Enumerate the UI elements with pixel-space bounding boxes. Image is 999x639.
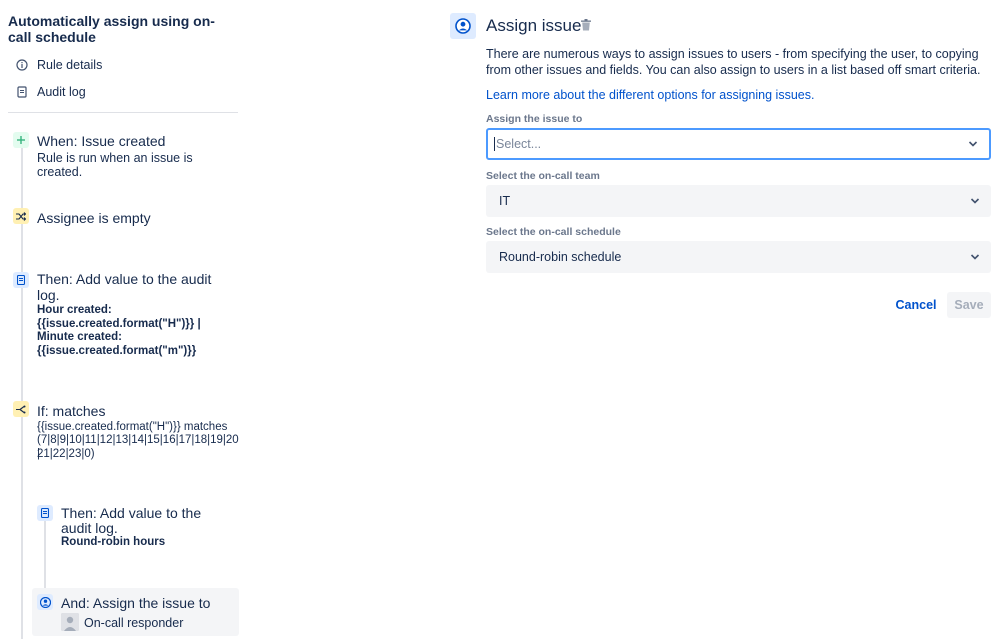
component-action-audit-log[interactable]: Then: Add value to the audit log. Hour c… [0,266,240,361]
learn-more-link[interactable]: Learn more about the different options f… [486,88,814,102]
user-circle-icon [450,13,476,39]
audit-log-title-2: log. [37,287,60,303]
team-label: Select the on-call team [486,170,600,182]
nested-log-title-2: audit log. [61,520,118,536]
if-title: If: matches [37,403,106,419]
nav-rule-details[interactable]: Rule details [16,58,102,72]
document-icon [37,505,53,521]
rule-title: Automatically assign using on-call sched… [8,13,215,45]
assign-value: On-call responder [84,616,184,630]
if-line-3: 21|22|23|0) [37,448,95,460]
assign-title: And: Assign the issue to [61,595,211,611]
audit-log-line-1: Hour created: [37,304,112,316]
component-if-matches[interactable]: If: matches {{issue.created.format("H")}… [0,398,240,464]
document-icon [13,272,29,288]
audit-log-line-2: {{issue.created.format("H")}} | [37,318,201,330]
audit-log-line-4: {{issue.created.format("m")}} [37,345,197,357]
schedule-value: Round-robin schedule [499,250,622,264]
avatar [61,613,79,631]
nav-rule-details-label: Rule details [37,58,103,72]
chevron-down-icon [970,198,980,204]
rule-sidebar: Automatically assign using on-call sched… [0,0,245,639]
sidebar-divider [8,112,238,113]
component-trigger[interactable]: When: Issue created Rule is run when an … [0,128,240,179]
schedule-label: Select the on-call schedule [486,226,621,238]
shuffle-icon [13,208,29,224]
branch-icon [13,401,29,417]
team-select[interactable]: IT [486,185,991,217]
schedule-select[interactable]: Round-robin schedule [486,241,991,273]
text-cursor [494,137,495,151]
component-nested-audit-log[interactable]: Then: Add value to the audit log. Round-… [30,500,240,552]
assign-to-select[interactable]: Select... [486,128,991,160]
assign-to-label: Assign the issue to [486,113,583,125]
panel-title: Assign issue [486,16,582,35]
condition-title: Assignee is empty [37,210,151,226]
nav-audit-log-label: Audit log [37,85,86,99]
trigger-subtitle: Rule is run when an issue is created. [37,151,193,179]
info-icon [16,59,28,71]
component-condition[interactable]: Assignee is empty [0,205,240,229]
panel-description: There are numerous ways to assign issues… [486,47,981,77]
assign-to-placeholder: Select... [496,137,542,151]
user-circle-icon [37,594,53,610]
trigger-title: When: Issue created [37,133,166,149]
audit-log-line-3: Minute created: [37,331,122,343]
nav-audit-log[interactable]: Audit log [16,85,86,99]
cancel-button[interactable]: Cancel [890,292,942,318]
team-value: IT [499,194,511,208]
document-icon [16,86,28,98]
chevron-down-icon [970,254,980,260]
plus-icon [13,132,29,148]
nested-log-title-1: Then: Add value to the [61,505,202,521]
trash-icon[interactable] [581,19,593,32]
if-line-1: {{issue.created.format("H")}} matches [37,421,228,433]
chevron-down-icon [968,141,978,147]
save-button[interactable]: Save [947,292,991,318]
audit-log-title-1: Then: Add value to the audit [37,271,212,287]
nested-log-bold: Round-robin hours [61,536,166,548]
